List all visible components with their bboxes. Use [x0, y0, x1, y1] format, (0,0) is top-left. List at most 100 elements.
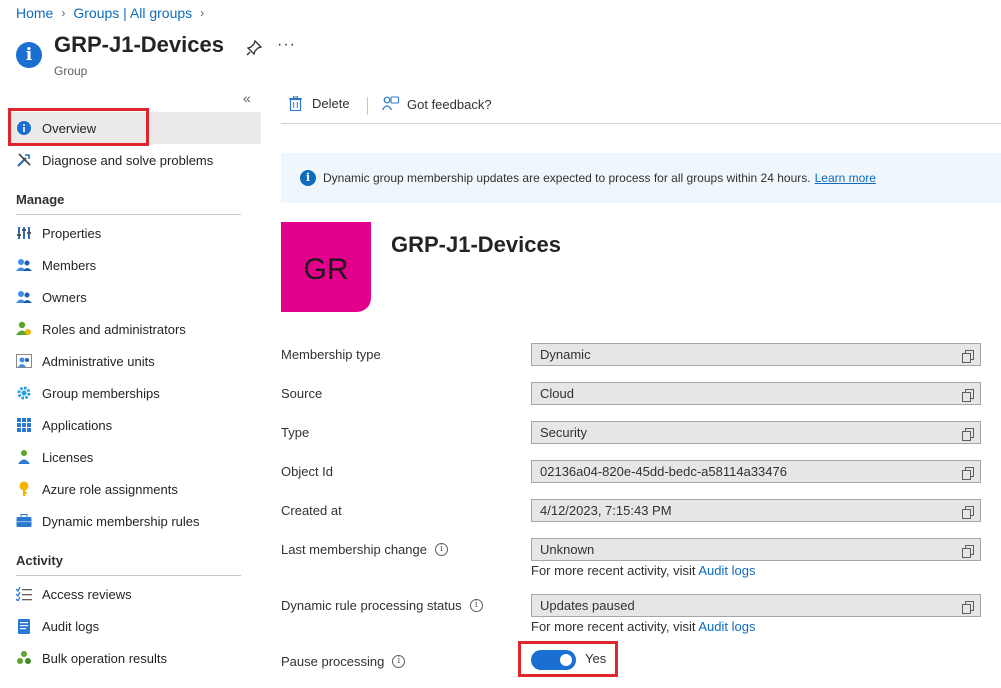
copy-icon[interactable]: [962, 599, 974, 614]
divider: [16, 575, 241, 576]
briefcase-icon: [15, 512, 33, 530]
sidebar-item-access-reviews[interactable]: Access reviews: [8, 578, 261, 610]
prop-label-dynamic-rule-status: Dynamic rule processing status i: [281, 598, 483, 613]
sidebar-item-label: Applications: [42, 417, 113, 433]
apps-grid-icon: [15, 416, 33, 434]
field-value: Dynamic: [540, 347, 591, 362]
info-banner: i Dynamic group membership updates are e…: [281, 153, 1001, 203]
sidebar-item-label: Administrative units: [42, 353, 155, 369]
sidebar-item-group-memberships[interactable]: Group memberships: [8, 377, 261, 409]
copy-icon[interactable]: [962, 426, 974, 441]
prop-label-source: Source: [281, 386, 323, 401]
delete-label: Delete: [312, 96, 350, 111]
sidebar-item-applications[interactable]: Applications: [8, 409, 261, 441]
collapse-sidebar-icon[interactable]: «: [243, 90, 251, 106]
field-value: 4/12/2023, 7:15:43 PM: [540, 503, 672, 518]
pin-icon[interactable]: [245, 39, 263, 57]
chevron-right-icon: ›: [200, 6, 205, 20]
audit-note: For more recent activity, visit Audit lo…: [531, 563, 755, 578]
copy-icon[interactable]: [962, 348, 974, 363]
field-value: Updates paused: [540, 598, 635, 613]
info-icon: i: [300, 170, 316, 186]
roles-icon: [15, 320, 33, 338]
field-value: Security: [540, 425, 587, 440]
membership-type-field: Dynamic: [531, 343, 981, 366]
highlight-box: [518, 641, 618, 677]
wrench-icon: [15, 151, 33, 169]
breadcrumb-home[interactable]: Home: [16, 5, 53, 21]
more-options-icon[interactable]: ···: [277, 36, 296, 54]
label-text: Last membership change: [281, 542, 427, 557]
sidebar-item-dynamic-membership-rules[interactable]: Dynamic membership rules: [8, 505, 261, 537]
banner-text: Dynamic group membership updates are exp…: [323, 171, 811, 185]
label-text: Pause processing: [281, 654, 385, 669]
sidebar-item-roles[interactable]: Roles and administrators: [8, 313, 261, 345]
sidebar-item-label: Owners: [42, 289, 87, 305]
learn-more-link[interactable]: Learn more: [815, 171, 876, 185]
sidebar-item-label: Members: [42, 257, 97, 273]
properties-icon: [15, 224, 33, 242]
sidebar-item-properties[interactable]: Properties: [8, 217, 261, 249]
dynamic-rule-status-field: Updates paused: [531, 594, 981, 617]
copy-icon[interactable]: [962, 387, 974, 402]
bulk-icon: [15, 649, 33, 667]
field-value: 02136a04-820e-45dd-bedc-a58114a33476: [540, 464, 787, 479]
prop-label-object-id: Object Id: [281, 464, 334, 479]
sidebar-item-owners[interactable]: Owners: [8, 281, 261, 313]
section-title-manage: Manage: [16, 192, 65, 207]
note-text: For more recent activity, visit: [531, 563, 696, 578]
sidebar-item-label: Roles and administrators: [42, 321, 186, 337]
group-info-icon: i: [16, 42, 42, 68]
checklist-icon: [15, 585, 33, 603]
field-value: Cloud: [540, 386, 574, 401]
toolbar-separator: [367, 97, 368, 115]
sidebar-item-azure-role-assignments[interactable]: Azure role assignments: [8, 473, 261, 505]
source-field: Cloud: [531, 382, 981, 405]
label-text: Dynamic rule processing status: [281, 598, 462, 613]
trash-icon: [289, 96, 302, 111]
sidebar-item-label: Audit logs: [42, 618, 100, 634]
sidebar-item-admin-units[interactable]: Administrative units: [8, 345, 261, 377]
breadcrumb: Home › Groups | All groups ›: [16, 5, 212, 21]
feedback-button[interactable]: Got feedback?: [382, 96, 492, 112]
members-icon: [15, 256, 33, 274]
info-tooltip-icon[interactable]: i: [434, 543, 448, 556]
sidebar-item-label: Azure role assignments: [42, 481, 178, 497]
audit-logs-link[interactable]: Audit logs: [698, 563, 755, 578]
delete-button[interactable]: Delete: [289, 96, 350, 111]
feedback-label: Got feedback?: [407, 96, 492, 112]
audit-logs-link[interactable]: Audit logs: [698, 619, 755, 634]
sidebar-item-diagnose[interactable]: Diagnose and solve problems: [8, 144, 261, 176]
copy-icon[interactable]: [962, 504, 974, 519]
divider: [16, 214, 241, 215]
sidebar-item-audit-logs[interactable]: Audit logs: [8, 610, 261, 642]
field-value: Unknown: [540, 542, 595, 557]
breadcrumb-groups[interactable]: Groups | All groups: [73, 5, 192, 21]
type-field: Security: [531, 421, 981, 444]
prop-label-pause-processing: Pause processing i: [281, 654, 406, 669]
prop-label-last-membership-change: Last membership change i: [281, 542, 448, 557]
info-tooltip-icon[interactable]: i: [392, 655, 406, 668]
audit-note: For more recent activity, visit Audit lo…: [531, 619, 755, 634]
sidebar-item-members[interactable]: Members: [8, 249, 261, 281]
page-title: GRP-J1-Devices: [54, 32, 224, 57]
owners-icon: [15, 288, 33, 306]
copy-icon[interactable]: [962, 543, 974, 558]
object-id-field: 02136a04-820e-45dd-bedc-a58114a33476: [531, 460, 981, 483]
group-name: GRP-J1-Devices: [391, 232, 561, 257]
admin-units-icon: [15, 352, 33, 370]
sidebar-item-bulk-operation-results[interactable]: Bulk operation results: [8, 642, 261, 674]
key-icon: [15, 480, 33, 498]
highlight-box: [8, 108, 149, 146]
sidebar-item-label: Dynamic membership rules: [42, 513, 200, 529]
section-title-activity: Activity: [16, 553, 63, 568]
sidebar-item-licenses[interactable]: Licenses: [8, 441, 261, 473]
copy-icon[interactable]: [962, 465, 974, 480]
group-avatar: GR: [281, 222, 371, 312]
info-tooltip-icon[interactable]: i: [469, 599, 483, 612]
prop-label-type: Type: [281, 425, 310, 440]
sidebar-item-label: Group memberships: [42, 385, 160, 401]
created-at-field: 4/12/2023, 7:15:43 PM: [531, 499, 981, 522]
sidebar-item-label: Licenses: [42, 449, 94, 465]
command-bar: Delete Got feedback?: [281, 92, 1001, 124]
